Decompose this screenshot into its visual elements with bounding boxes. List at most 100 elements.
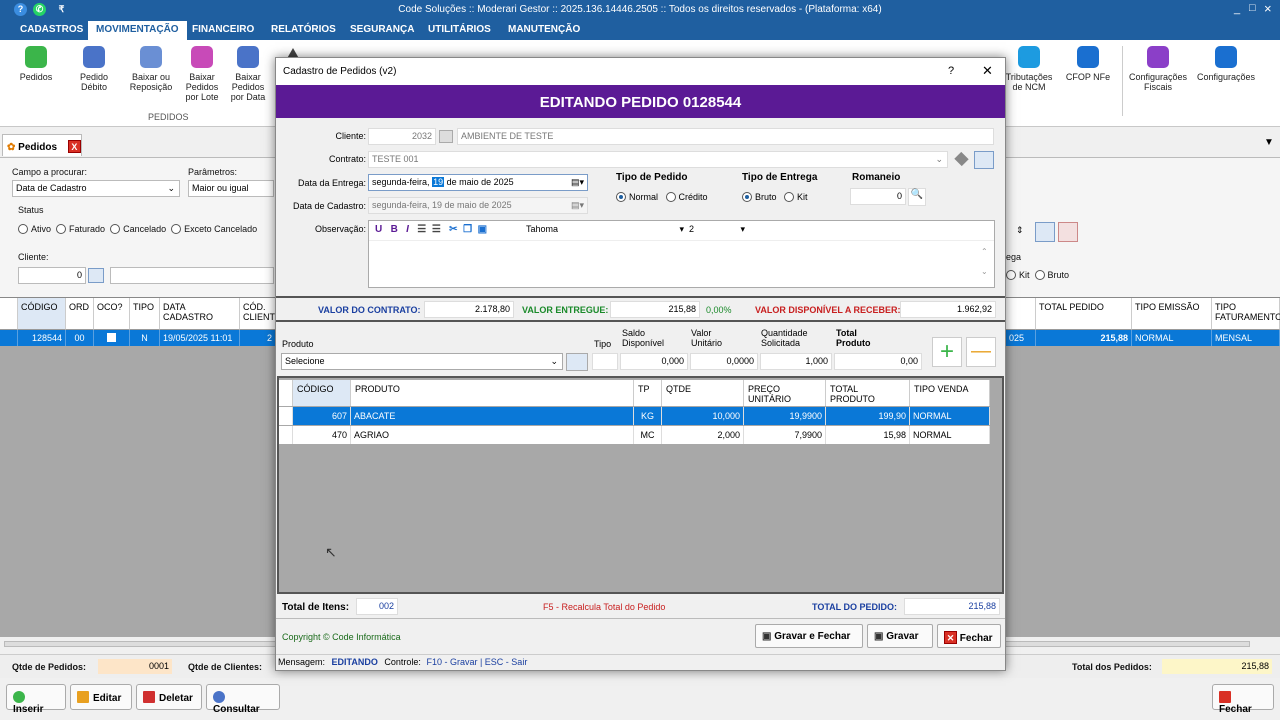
tipo-prod-input[interactable]: [592, 353, 618, 370]
radio-kit-filter[interactable]: Kit: [1006, 270, 1030, 280]
col-tipo-faturamento[interactable]: TIPO FATURAMENTO: [1212, 298, 1280, 330]
icol-produto[interactable]: PRODUTO: [351, 380, 634, 406]
icol-qtde[interactable]: QTDE: [662, 380, 744, 406]
pedido-debito-button[interactable]: Pedido Débito: [72, 46, 116, 92]
add-item-button[interactable]: +: [932, 337, 962, 367]
config-fiscais-button[interactable]: Configurações Fiscais: [1126, 46, 1190, 92]
col-total-pedido[interactable]: TOTAL PEDIDO: [1036, 298, 1132, 330]
param-select[interactable]: Maior ou igual: [188, 180, 274, 197]
col-oco[interactable]: OCO?: [94, 298, 130, 330]
dialog-help-button[interactable]: ?: [948, 65, 954, 77]
baixar-reposicao-button[interactable]: Baixar ou Reposição: [126, 46, 176, 92]
doc-tab-pedidos[interactable]: ✿ Pedidos X: [2, 134, 82, 156]
icol-codigo[interactable]: CÓDIGO: [293, 380, 351, 406]
observacao-editor[interactable]: U B I ☰ ☰ ✂ ❐ ▣ Tahoma ▾ 2 ▾ ⌃ ⌄: [368, 220, 995, 288]
menu-cadastros[interactable]: CADASTROS: [20, 24, 83, 35]
search-icon[interactable]: 🔍: [908, 188, 926, 206]
bold-icon[interactable]: B: [391, 224, 398, 235]
cut-icon[interactable]: ✂: [449, 224, 457, 235]
calendar-icon[interactable]: [439, 130, 453, 143]
radio-exceto-cancelado[interactable]: Exceto Cancelado: [171, 224, 257, 234]
scroll-up-icon[interactable]: ⌃: [981, 247, 988, 256]
configuracoes-button[interactable]: Configurações: [1194, 46, 1258, 82]
dialog-close-button[interactable]: ✕: [982, 63, 993, 79]
eraser-icon[interactable]: [954, 151, 969, 167]
icol-preco[interactable]: PREÇO UNITÁRIO: [744, 380, 826, 406]
cliente-filter-input[interactable]: 0: [18, 267, 86, 284]
deletar-button[interactable]: Deletar: [136, 684, 202, 710]
paste-icon[interactable]: ▣: [478, 224, 487, 235]
spin-icon[interactable]: ⇕: [1016, 225, 1024, 236]
close-tab-button[interactable]: X: [67, 140, 81, 153]
data-entrega-picker[interactable]: segunda-feira, 19 de maio de 2025 ▤▾: [368, 174, 588, 191]
gravar-button[interactable]: ▣ Gravar: [867, 624, 933, 648]
radio-faturado[interactable]: Faturado: [56, 224, 105, 234]
cell-emissao[interactable]: NORMAL: [1132, 330, 1212, 346]
col-codigo[interactable]: CÓDIGO: [18, 298, 66, 330]
pedidos-ribbon-button[interactable]: Pedidos: [14, 46, 58, 82]
font-size-select[interactable]: 2 ▾: [689, 224, 747, 234]
copy-icon[interactable]: ❐: [463, 224, 472, 235]
cell-total[interactable]: 215,88: [1036, 330, 1132, 346]
inserir-button[interactable]: Inserir: [6, 684, 66, 715]
tributacoes-button[interactable]: Tributações de NCM: [1002, 46, 1056, 92]
menu-utilitarios[interactable]: UTILITÁRIOS: [428, 24, 491, 35]
romaneio-input[interactable]: 0: [850, 188, 906, 205]
cliente-name-input[interactable]: [110, 267, 274, 284]
italic-icon[interactable]: I: [406, 224, 409, 235]
menu-manutencao[interactable]: MANUTENÇÃO: [508, 24, 580, 35]
oco-checkbox[interactable]: [107, 333, 116, 342]
cliente-name-input[interactable]: AMBIENTE DE TESTE: [457, 128, 994, 145]
calendar-dropdown-icon[interactable]: ▤▾: [571, 177, 584, 188]
cell-tipo[interactable]: N: [130, 330, 160, 346]
list-number-icon[interactable]: ☰: [417, 224, 426, 235]
col-tipo-emissao[interactable]: TIPO EMISSÃO: [1132, 298, 1212, 330]
radio-credito[interactable]: Crédito: [665, 192, 708, 202]
cell-faturamento[interactable]: MENSAL: [1212, 330, 1280, 346]
cell-ord[interactable]: 00: [66, 330, 94, 346]
menu-relatorios[interactable]: RELATÓRIOS: [271, 24, 336, 35]
radio-ativo[interactable]: Ativo: [18, 224, 51, 234]
maximize-button[interactable]: □: [1249, 2, 1256, 14]
collapse-arrow-icon[interactable]: ▼: [1264, 137, 1274, 148]
baixar-lote-button[interactable]: Baixar Pedidos por Lote: [181, 46, 223, 102]
list-bullet-icon[interactable]: ☰: [432, 224, 441, 235]
calendar-icon[interactable]: [88, 268, 104, 283]
cell-data[interactable]: 19/05/2025 11:01: [160, 330, 240, 346]
col-tipo[interactable]: TIPO: [130, 298, 160, 330]
remove-item-button[interactable]: —: [966, 337, 996, 367]
gravar-fechar-button[interactable]: ▣ Gravar e Fechar: [755, 624, 863, 648]
scroll-down-icon[interactable]: ⌄: [981, 267, 988, 276]
fechar-dialog-button[interactable]: ✕ Fechar: [937, 624, 1001, 648]
radio-bruto[interactable]: Bruto: [742, 192, 777, 202]
cell-data-frag[interactable]: 025: [1006, 330, 1036, 346]
minimize-button[interactable]: _: [1234, 3, 1240, 15]
icol-tp[interactable]: TP: [634, 380, 662, 406]
underline-icon[interactable]: U: [375, 224, 382, 235]
contrato-select[interactable]: TESTE 001 ⌄: [368, 151, 948, 168]
qtd-input[interactable]: 1,000: [760, 353, 832, 370]
report-icon[interactable]: [1035, 222, 1055, 242]
fechar-main-button[interactable]: Fechar: [1212, 684, 1274, 715]
radio-cancelado[interactable]: Cancelado: [110, 224, 166, 234]
cliente-code-input[interactable]: 2032: [368, 128, 436, 145]
consultar-button[interactable]: Consultar: [206, 684, 280, 715]
cell-oco[interactable]: [94, 330, 130, 346]
radio-normal[interactable]: Normal: [616, 192, 658, 202]
col-cod-cliente[interactable]: CÓD. CLIENTE: [240, 298, 276, 330]
icol-venda[interactable]: TIPO VENDA: [910, 380, 990, 406]
baixar-data-button[interactable]: Baixar Pedidos por Data: [227, 46, 269, 102]
radio-bruto-filter[interactable]: Bruto: [1034, 270, 1069, 280]
radio-kit[interactable]: Kit: [784, 192, 808, 202]
font-select[interactable]: Tahoma ▾: [526, 224, 686, 234]
menu-financeiro[interactable]: FINANCEIRO: [192, 24, 254, 35]
row-indicator[interactable]: [0, 330, 18, 346]
valor-unit-input[interactable]: 0,0000: [690, 353, 758, 370]
cfop-button[interactable]: CFOP NFe: [1064, 46, 1112, 82]
close-window-button[interactable]: ×: [1264, 1, 1272, 16]
calendar-icon[interactable]: [566, 353, 588, 371]
data-entrega-day-segment[interactable]: 19: [432, 177, 445, 187]
icol-total[interactable]: TOTAL PRODUTO: [826, 380, 910, 406]
report-icon[interactable]: [974, 151, 994, 169]
menu-seguranca[interactable]: SEGURANÇA: [350, 24, 414, 35]
